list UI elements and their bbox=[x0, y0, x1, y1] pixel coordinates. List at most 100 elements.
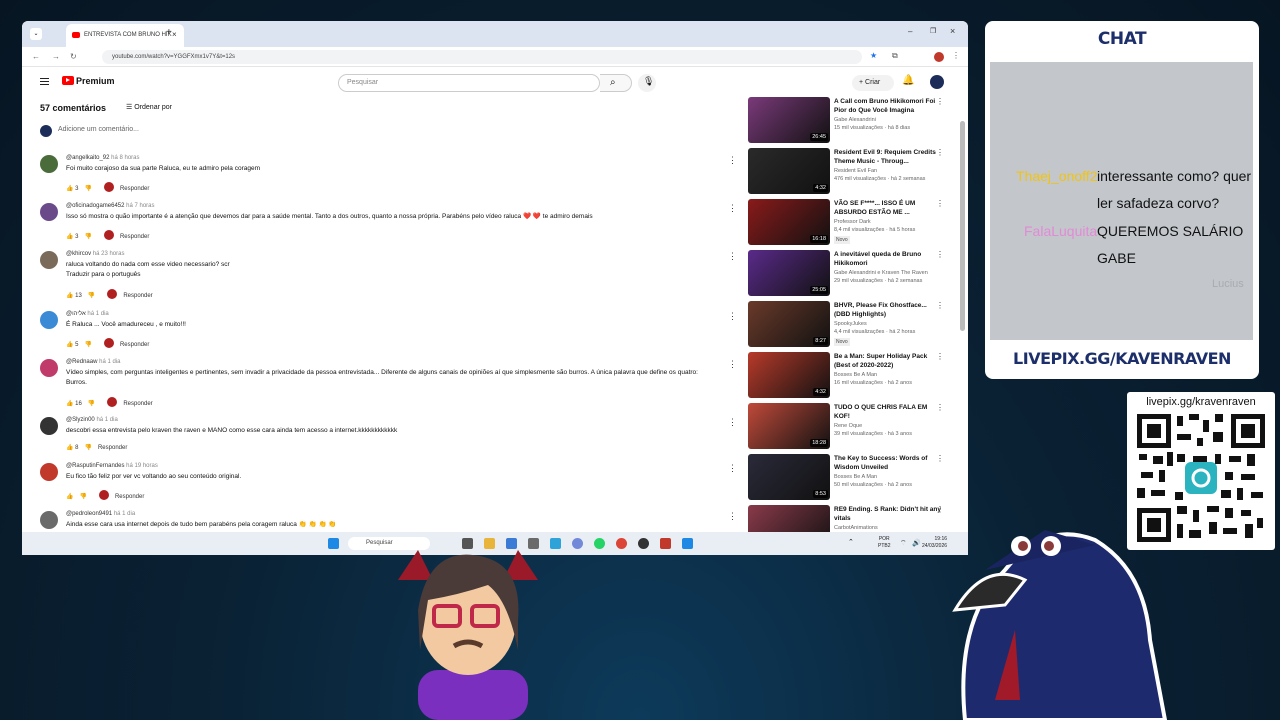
dislike-icon[interactable]: 👎 bbox=[79, 493, 86, 500]
account-avatar[interactable] bbox=[930, 75, 944, 89]
commenter-avatar[interactable] bbox=[40, 511, 58, 529]
like-icon[interactable]: 👍 3 bbox=[66, 233, 78, 240]
create-button[interactable]: + Criar bbox=[852, 75, 894, 91]
comment-more-icon[interactable]: ⋮ bbox=[728, 511, 737, 522]
sort-button[interactable]: ☰ Ordenar por bbox=[126, 103, 172, 111]
add-comment-input[interactable]: Adicione um comentário... bbox=[58, 126, 139, 133]
discord-icon[interactable] bbox=[572, 538, 583, 549]
reply-button[interactable]: Responder bbox=[115, 494, 144, 500]
search-input[interactable]: Pesquisar bbox=[338, 74, 600, 92]
comment-author[interactable]: @RasputinFernandes há 19 horas bbox=[66, 463, 158, 469]
video-channel[interactable]: Professor Dark bbox=[834, 219, 871, 225]
commenter-avatar[interactable] bbox=[40, 251, 58, 269]
dislike-icon[interactable]: 👎 bbox=[88, 292, 95, 299]
related-video[interactable]: 18:28 TUDO O QUE CHRIS FALA EM KOF! Rene… bbox=[748, 403, 958, 451]
commenter-avatar[interactable] bbox=[40, 311, 58, 329]
video-thumbnail[interactable]: 18:28 bbox=[748, 403, 830, 449]
reply-button[interactable]: Responder bbox=[120, 342, 149, 348]
video-title[interactable]: The Key to Success: Words of Wisdom Unve… bbox=[834, 454, 942, 472]
video-channel[interactable]: CarbotAnimations bbox=[834, 525, 878, 531]
forward-icon[interactable]: → bbox=[52, 52, 60, 61]
comment-author[interactable]: @pedroleon9491 há 1 dia bbox=[66, 511, 135, 517]
comment-author[interactable]: @אליהו há 1 dia bbox=[66, 311, 109, 317]
video-thumbnail[interactable]: 16:18 bbox=[748, 199, 830, 245]
like-icon[interactable]: 👍 13 bbox=[66, 292, 82, 299]
video-more-icon[interactable]: ⋮ bbox=[936, 403, 944, 412]
profile-icon[interactable] bbox=[934, 52, 944, 62]
video-title[interactable]: VÃO SE F****... ISSO É UM ABSURDO ESTÃO … bbox=[834, 199, 942, 217]
video-channel[interactable]: Resident Evil Fan bbox=[834, 168, 877, 174]
commenter-avatar[interactable] bbox=[40, 203, 58, 221]
related-video[interactable]: 4:32 Be a Man: Super Holiday Pack (Best … bbox=[748, 352, 958, 400]
reload-icon[interactable]: ↻ bbox=[70, 52, 77, 61]
comment-more-icon[interactable]: ⋮ bbox=[728, 463, 737, 474]
video-title[interactable]: RE9 Ending. S Rank: Didn't hit any vital… bbox=[834, 505, 942, 523]
language-indicator[interactable]: POR PTB2 bbox=[878, 536, 891, 550]
commenter-avatar[interactable] bbox=[40, 359, 58, 377]
related-video[interactable]: 25:05 A inevitável queda de Bruno Hikiko… bbox=[748, 250, 958, 298]
menu-icon[interactable] bbox=[40, 78, 49, 79]
video-title[interactable]: Resident Evil 9: Requiem Credits Theme M… bbox=[834, 148, 942, 166]
back-icon[interactable]: ← bbox=[32, 52, 40, 61]
reply-button[interactable]: Responder bbox=[123, 293, 152, 299]
video-thumbnail[interactable]: 25:05 bbox=[748, 250, 830, 296]
video-thumbnail[interactable]: 4:32 bbox=[748, 148, 830, 194]
like-icon[interactable]: 👍 8 bbox=[66, 444, 78, 451]
whatsapp-icon[interactable] bbox=[594, 538, 605, 549]
like-icon[interactable]: 👍 5 bbox=[66, 341, 78, 348]
edge-icon[interactable] bbox=[550, 538, 561, 549]
video-channel[interactable]: Rene Oque bbox=[834, 423, 862, 429]
video-thumbnail[interactable]: 8:53 bbox=[748, 454, 830, 500]
related-video[interactable]: 4:32 Resident Evil 9: Requiem Credits Th… bbox=[748, 148, 958, 196]
minimize-button[interactable]: – bbox=[908, 27, 912, 36]
wifi-icon[interactable]: ⌔ bbox=[900, 539, 907, 548]
close-tab-icon[interactable]: × bbox=[172, 30, 177, 39]
dislike-icon[interactable]: 👎 bbox=[88, 400, 95, 407]
video-channel[interactable]: SpookyJukes bbox=[834, 321, 867, 327]
url-field[interactable]: youtube.com/watch?v=YGGFXmx1v7Y&t=12s bbox=[102, 50, 862, 64]
comment-more-icon[interactable]: ⋮ bbox=[728, 251, 737, 262]
related-video[interactable]: 8:53 The Key to Success: Words of Wisdom… bbox=[748, 454, 958, 502]
windows-start-icon[interactable] bbox=[328, 538, 339, 549]
commenter-avatar[interactable] bbox=[40, 155, 58, 173]
extensions-icon[interactable]: ⧉ bbox=[892, 51, 898, 61]
video-thumbnail[interactable]: 4:32 bbox=[748, 352, 830, 398]
video-title[interactable]: A inevitável queda de Bruno Hikikomori bbox=[834, 250, 942, 268]
dislike-icon[interactable]: 👎 bbox=[84, 185, 91, 192]
bookmark-star-icon[interactable]: ★ bbox=[870, 51, 877, 60]
comment-more-icon[interactable]: ⋮ bbox=[728, 203, 737, 214]
dislike-icon[interactable]: 👎 bbox=[84, 444, 91, 451]
dislike-icon[interactable]: 👎 bbox=[84, 233, 91, 240]
related-video[interactable]: 8:27 BHVR, Please Fix Ghostface... (DBD … bbox=[748, 301, 958, 349]
video-channel[interactable]: Bosses Be A Man bbox=[834, 474, 877, 480]
app-icon[interactable] bbox=[660, 538, 671, 549]
video-thumbnail[interactable]: 8:27 bbox=[748, 301, 830, 347]
video-more-icon[interactable]: ⋮ bbox=[936, 301, 944, 310]
reply-button[interactable]: Responder bbox=[120, 186, 149, 192]
search-button[interactable]: ⌕ bbox=[600, 74, 632, 92]
scrollbar[interactable] bbox=[960, 121, 965, 331]
video-channel[interactable]: Gabe Alexandrini bbox=[834, 117, 876, 123]
video-channel[interactable]: Gabe Alexandrini e Kraven The Raven bbox=[834, 270, 928, 276]
new-tab-button[interactable]: + bbox=[166, 27, 172, 38]
maximize-button[interactable]: ❐ bbox=[930, 27, 936, 35]
clock[interactable]: 19:16 24/03/2026 bbox=[922, 536, 947, 550]
reply-button[interactable]: Responder bbox=[98, 445, 127, 451]
browser-menu-icon[interactable]: ⋮ bbox=[952, 51, 960, 60]
reply-button[interactable]: Responder bbox=[120, 234, 149, 240]
tab-list-button[interactable]: ⌄ bbox=[30, 28, 42, 40]
volume-icon[interactable]: 🔊 bbox=[912, 539, 921, 547]
video-title[interactable]: BHVR, Please Fix Ghostface... (DBD Highl… bbox=[834, 301, 942, 319]
like-icon[interactable]: 👍 3 bbox=[66, 185, 78, 192]
comment-author[interactable]: @angelkaito_92 há 8 horas bbox=[66, 155, 140, 161]
related-video[interactable]: 16:18 VÃO SE F****... ISSO É UM ABSURDO … bbox=[748, 199, 958, 247]
like-icon[interactable]: 👍 16 bbox=[66, 400, 82, 407]
mic-button[interactable]: 🎙 bbox=[638, 74, 656, 92]
like-icon[interactable]: 👍 bbox=[66, 493, 73, 500]
youtube-logo[interactable]: Premium bbox=[62, 76, 115, 86]
comment-more-icon[interactable]: ⋮ bbox=[728, 417, 737, 428]
close-window-button[interactable]: × bbox=[950, 26, 955, 36]
video-more-icon[interactable]: ⋮ bbox=[936, 454, 944, 463]
app2-icon[interactable] bbox=[682, 538, 693, 549]
video-more-icon[interactable]: ⋮ bbox=[936, 97, 944, 106]
